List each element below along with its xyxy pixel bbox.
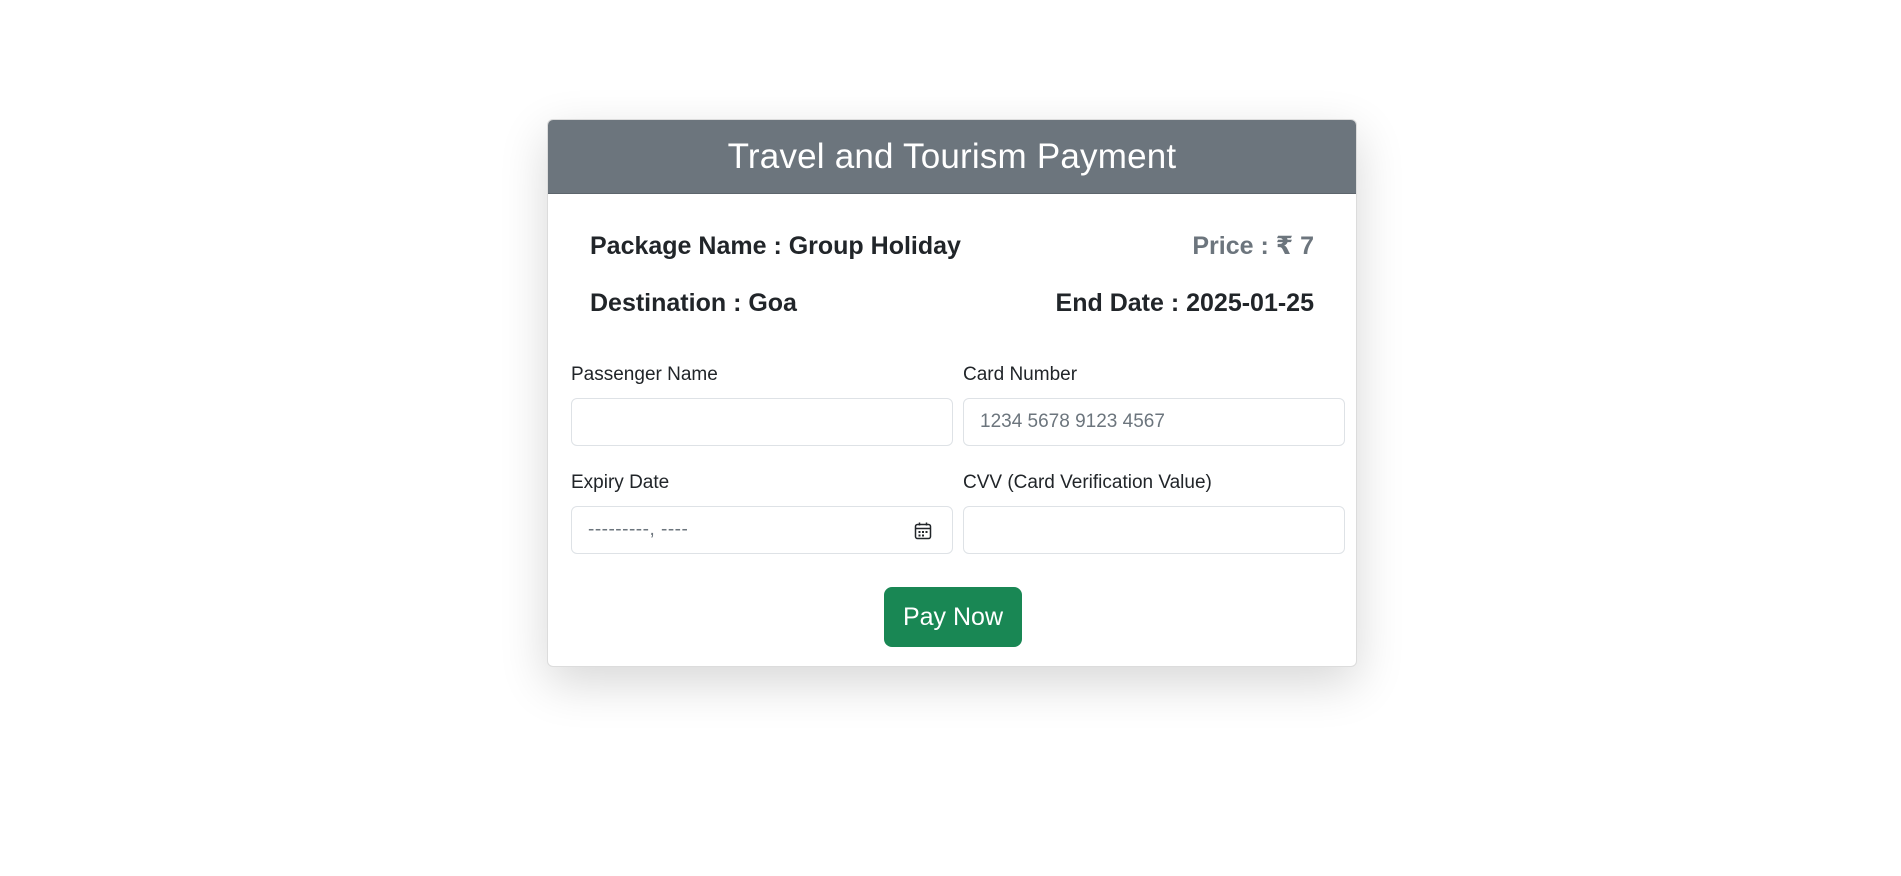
package-info: Package Name : Group Holiday Price : ₹ 7…: [548, 194, 1356, 364]
cvv-label: CVV (Card Verification Value): [963, 472, 1212, 493]
cvv-input[interactable]: [963, 506, 1345, 554]
payment-card: Travel and Tourism Payment Package Name …: [547, 119, 1357, 667]
card-number-field: Card Number: [963, 363, 1345, 446]
expiry-date-field: Expiry Date ---------, ----: [571, 471, 953, 554]
passenger-name-field: Passenger Name: [571, 363, 953, 446]
cvv-field: CVV (Card Verification Value): [963, 471, 1345, 554]
calendar-icon[interactable]: [913, 521, 933, 541]
destination: Destination : Goa: [590, 289, 797, 317]
end-date: End Date : 2025-01-25: [1055, 289, 1314, 317]
card-number-label: Card Number: [963, 364, 1078, 385]
expiry-date-label: Expiry Date: [571, 472, 670, 493]
package-price: Price : ₹ 7: [1192, 232, 1314, 260]
expiry-date-value: ---------, ----: [588, 519, 689, 540]
card-header: Travel and Tourism Payment: [548, 120, 1356, 194]
destination-date-row: Destination : Goa End Date : 2025-01-25: [590, 287, 1314, 319]
passenger-name-label: Passenger Name: [571, 364, 718, 385]
package-name: Package Name : Group Holiday: [590, 232, 961, 260]
expiry-date-input[interactable]: ---------, ----: [571, 506, 953, 554]
pay-now-button[interactable]: Pay Now: [884, 587, 1022, 647]
card-number-input[interactable]: [963, 398, 1345, 446]
package-price-row: Package Name : Group Holiday Price : ₹ 7: [590, 230, 1314, 262]
page-title: Travel and Tourism Payment: [727, 136, 1177, 176]
passenger-name-input[interactable]: [571, 398, 953, 446]
